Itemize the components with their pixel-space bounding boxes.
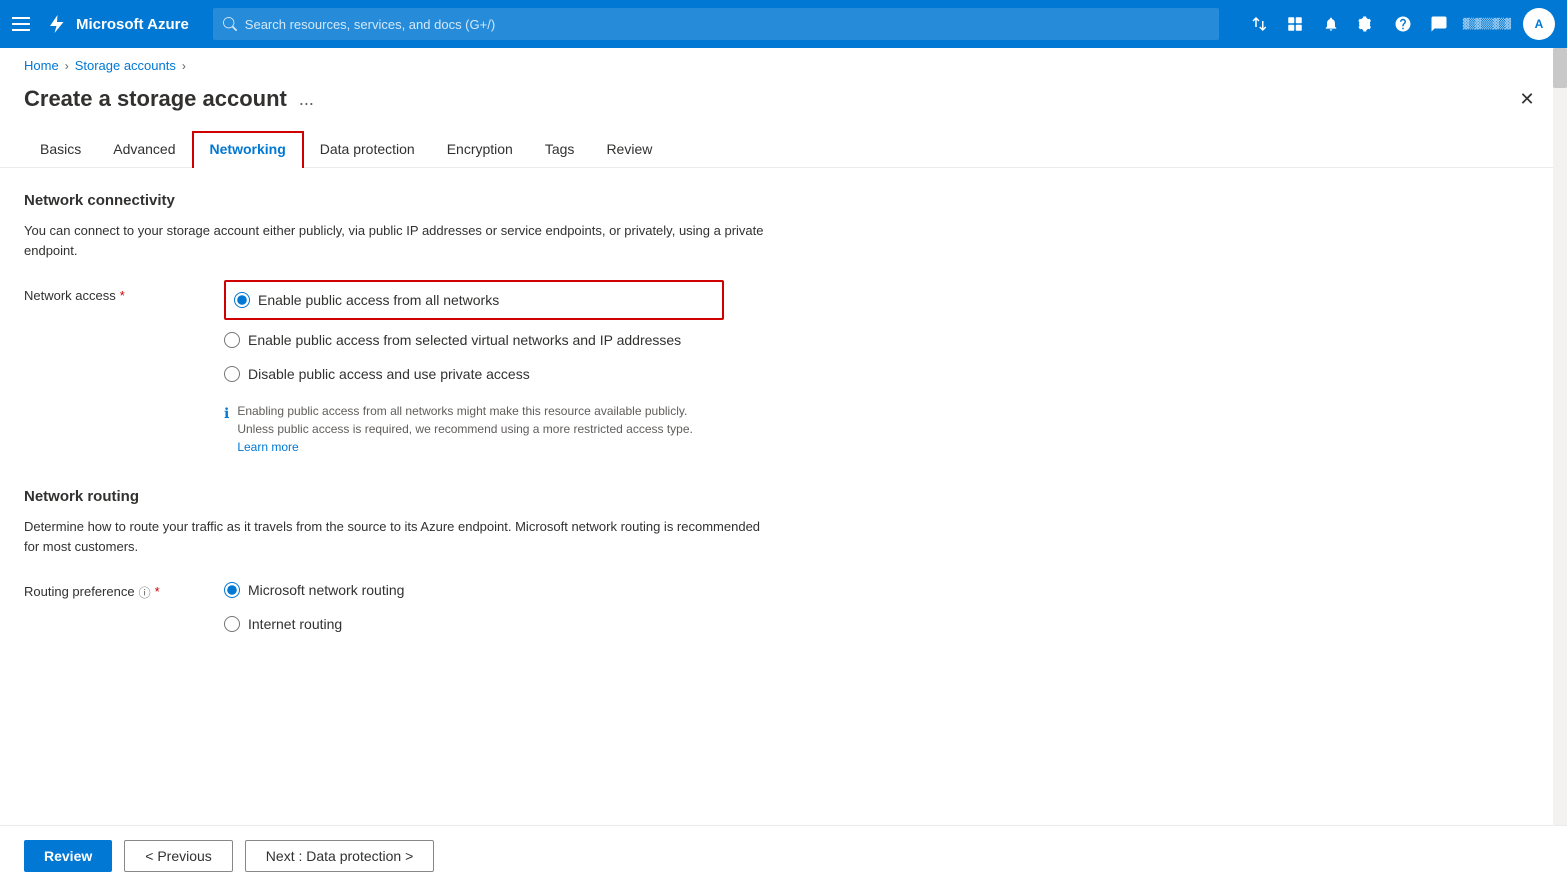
- network-routing-section: Network routing Determine how to route y…: [24, 488, 876, 638]
- network-access-row: Network access * Enable public access fr…: [24, 280, 876, 456]
- network-option-3-radio[interactable]: [224, 366, 240, 382]
- network-option-1[interactable]: Enable public access from all networks: [234, 286, 714, 314]
- azure-logo: Microsoft Azure: [44, 12, 189, 36]
- tab-bar: Basics Advanced Networking Data protecti…: [0, 131, 1567, 168]
- routing-option-1-label: Microsoft network routing: [248, 582, 404, 598]
- breadcrumb-storage[interactable]: Storage accounts: [75, 58, 176, 73]
- routing-label: Routing preference ⓘ *: [24, 576, 224, 638]
- info-icon: ℹ: [224, 403, 229, 456]
- network-access-label: Network access *: [24, 280, 224, 456]
- settings-button[interactable]: [1351, 8, 1383, 40]
- topbar: Microsoft Azure ▓▒▓▒▒▓▒▓ A: [0, 0, 1567, 48]
- page-close-button[interactable]: ✕: [1511, 83, 1543, 115]
- app-title: Microsoft Azure: [76, 16, 189, 33]
- search-icon: [223, 17, 237, 31]
- main-content: Network connectivity You can connect to …: [0, 168, 900, 788]
- network-access-required: *: [120, 288, 125, 303]
- hamburger-menu-button[interactable]: [12, 14, 32, 34]
- routing-controls: Microsoft network routing Internet routi…: [224, 576, 404, 638]
- help-button[interactable]: [1387, 8, 1419, 40]
- network-option-2-label: Enable public access from selected virtu…: [248, 332, 681, 348]
- breadcrumb-separator-2: ›: [182, 59, 186, 73]
- feedback-button[interactable]: [1423, 8, 1455, 40]
- network-option-1-highlight: Enable public access from all networks: [224, 280, 724, 320]
- network-connectivity-section: Network connectivity You can connect to …: [24, 192, 876, 456]
- notification-button[interactable]: [1315, 8, 1347, 40]
- scrollbar-thumb[interactable]: [1553, 48, 1567, 88]
- network-option-1-label: Enable public access from all networks: [258, 292, 499, 308]
- page-header-left: Create a storage account ...: [24, 86, 314, 112]
- directory-button[interactable]: [1279, 8, 1311, 40]
- tab-review[interactable]: Review: [590, 133, 668, 167]
- tab-basics[interactable]: Basics: [24, 133, 97, 167]
- account-info: ▓▒▓▒▒▓▒▓: [1463, 19, 1511, 30]
- cloud-shell-button[interactable]: [1243, 8, 1275, 40]
- search-input[interactable]: [245, 17, 1209, 32]
- routing-option-2[interactable]: Internet routing: [224, 610, 404, 638]
- next-button[interactable]: Next : Data protection >: [245, 840, 434, 872]
- routing-option-2-radio[interactable]: [224, 616, 240, 632]
- network-access-controls: Enable public access from all networks E…: [224, 280, 724, 456]
- network-option-2[interactable]: Enable public access from selected virtu…: [224, 326, 724, 354]
- routing-label-text: Routing preference: [24, 584, 135, 599]
- breadcrumb-home[interactable]: Home: [24, 58, 59, 73]
- routing-help-icon[interactable]: ⓘ: [139, 584, 151, 601]
- page-header: Create a storage account ... ✕: [0, 79, 1567, 131]
- page-more-options[interactable]: ...: [299, 89, 314, 110]
- scrollbar-track[interactable]: [1553, 48, 1567, 825]
- breadcrumb: Home › Storage accounts ›: [0, 48, 1567, 79]
- tab-networking[interactable]: Networking: [192, 131, 304, 168]
- network-option-1-radio[interactable]: [234, 292, 250, 308]
- topbar-actions: ▓▒▓▒▒▓▒▓ A: [1243, 8, 1555, 40]
- network-option-2-radio[interactable]: [224, 332, 240, 348]
- routing-option-1[interactable]: Microsoft network routing: [224, 576, 404, 604]
- tab-encryption[interactable]: Encryption: [431, 133, 529, 167]
- review-button[interactable]: Review: [24, 840, 112, 872]
- routing-option-1-radio[interactable]: [224, 582, 240, 598]
- routing-preference-row: Routing preference ⓘ * Microsoft network…: [24, 576, 876, 638]
- network-option-3[interactable]: Disable public access and use private ac…: [224, 360, 724, 388]
- page-title: Create a storage account: [24, 86, 287, 112]
- network-routing-description: Determine how to route your traffic as i…: [24, 517, 764, 556]
- network-info-message: ℹ Enabling public access from all networ…: [224, 402, 724, 456]
- search-bar[interactable]: [213, 8, 1219, 40]
- network-connectivity-description: You can connect to your storage account …: [24, 221, 764, 260]
- network-routing-title: Network routing: [24, 488, 876, 505]
- breadcrumb-separator-1: ›: [65, 59, 69, 73]
- tab-data-protection[interactable]: Data protection: [304, 133, 431, 167]
- network-option-3-label: Disable public access and use private ac…: [248, 366, 530, 382]
- routing-required: *: [155, 584, 160, 599]
- tab-advanced[interactable]: Advanced: [97, 133, 191, 167]
- network-info-text: Enabling public access from all networks…: [237, 402, 724, 456]
- network-access-label-text: Network access: [24, 288, 116, 303]
- user-avatar[interactable]: A: [1523, 8, 1555, 40]
- network-connectivity-title: Network connectivity: [24, 192, 876, 209]
- previous-button[interactable]: < Previous: [124, 840, 233, 872]
- tab-tags[interactable]: Tags: [529, 133, 591, 167]
- routing-option-2-label: Internet routing: [248, 616, 342, 632]
- footer: Review < Previous Next : Data protection…: [0, 825, 1567, 885]
- learn-more-link[interactable]: Learn more: [237, 440, 298, 454]
